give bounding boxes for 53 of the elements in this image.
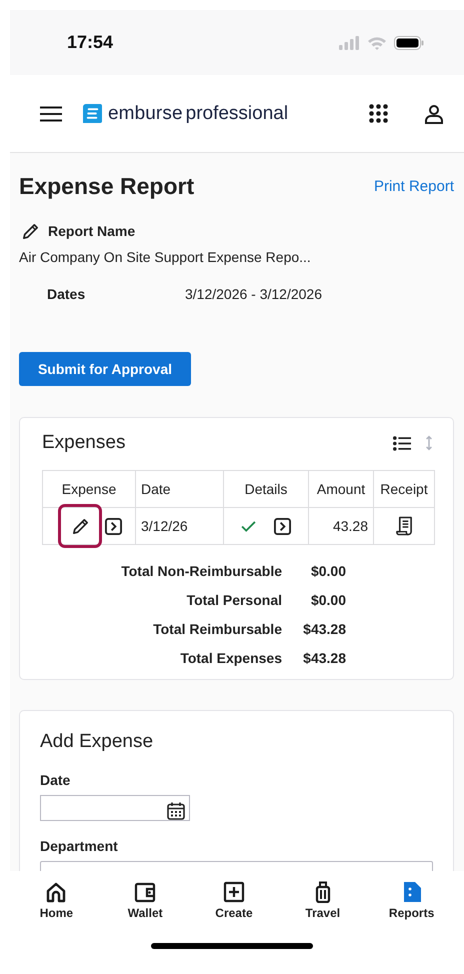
tab-bar-item[interactable]: Reports — [376, 881, 447, 920]
submit-button[interactable]: Submit for Approval — [19, 352, 191, 386]
total-label: Total Personal — [186, 591, 282, 610]
battery-icon — [394, 36, 424, 50]
user-icon[interactable] — [424, 104, 444, 124]
edit-button[interactable] — [58, 504, 102, 548]
tab-bar-item[interactable]: Travel — [288, 881, 358, 920]
table-cell: 3/12/26 — [136, 508, 224, 544]
plus-square-icon — [222, 881, 245, 903]
brand-name: emburse — [108, 102, 183, 124]
home-icon — [45, 881, 68, 903]
date-range: 3/12/2026 - 3/12/2026 — [185, 286, 322, 302]
field-label: Department — [40, 837, 119, 855]
tab-bar-item[interactable]: Home — [21, 881, 92, 920]
menu-icon[interactable] — [40, 106, 62, 122]
pencil-icon — [70, 516, 90, 536]
column-header: Expense — [42, 470, 136, 508]
chevron-box-icon[interactable] — [105, 518, 122, 534]
total-label: Total Non-Reimbursable — [120, 562, 282, 581]
receipt-icon[interactable] — [396, 516, 412, 536]
field-label: Date — [40, 771, 72, 789]
date-field[interactable] — [40, 795, 190, 821]
pencil-icon[interactable] — [21, 222, 40, 240]
brand-tagline: professional — [186, 102, 288, 124]
wifi-icon — [367, 36, 387, 50]
column-header: Receipt — [374, 470, 434, 508]
list-icon[interactable] — [393, 436, 411, 450]
field-label: Report Name — [48, 223, 136, 239]
total-value: $0.00 — [310, 591, 346, 610]
column-header: Details — [224, 470, 308, 508]
report-name: Air Company On Site Support Expense Repo... — [19, 248, 312, 267]
field-label: Dates — [47, 286, 86, 302]
total-value: $43.28 — [302, 649, 346, 668]
section-title: Add Expense — [40, 730, 154, 754]
apps-grid-icon[interactable] — [369, 104, 388, 123]
table-cell: 43.28 — [308, 508, 374, 544]
section-title: Expenses — [42, 431, 126, 455]
calendar-icon — [167, 802, 185, 820]
logo-icon — [83, 104, 102, 123]
total-label: Total Reimbursable — [152, 620, 282, 639]
page-title: Expense Report — [19, 172, 194, 200]
tab-bar-item[interactable]: Create — [198, 881, 269, 920]
column-header: Amount — [308, 470, 374, 508]
print-report-link[interactable]: Print Report — [374, 178, 454, 194]
column-header: Date — [136, 470, 224, 508]
total-value: $43.28 — [302, 620, 346, 639]
total-label: Total Expenses — [179, 649, 282, 668]
total-value: $0.00 — [310, 562, 346, 581]
signal-icon — [338, 36, 360, 50]
chevron-box-icon[interactable] — [274, 518, 291, 534]
tab-bar-item[interactable]: Wallet — [110, 881, 180, 920]
status-time: 17:54 — [67, 32, 114, 53]
wallet-icon — [134, 881, 156, 903]
